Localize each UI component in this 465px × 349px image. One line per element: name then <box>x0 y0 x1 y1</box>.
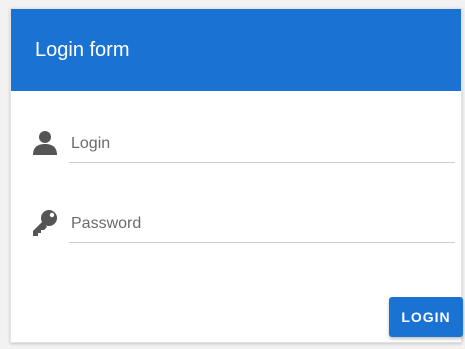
password-field-row <box>31 205 457 245</box>
login-button[interactable]: LOGIN <box>389 297 463 337</box>
password-input[interactable] <box>69 205 455 243</box>
user-icon <box>31 129 59 157</box>
card-header: Login form <box>11 9 461 91</box>
login-field-row <box>31 125 457 165</box>
login-card: Login form LOGIN <box>10 8 463 343</box>
key-icon <box>31 209 59 237</box>
form-title: Login form <box>35 39 130 61</box>
login-input[interactable] <box>69 125 455 163</box>
